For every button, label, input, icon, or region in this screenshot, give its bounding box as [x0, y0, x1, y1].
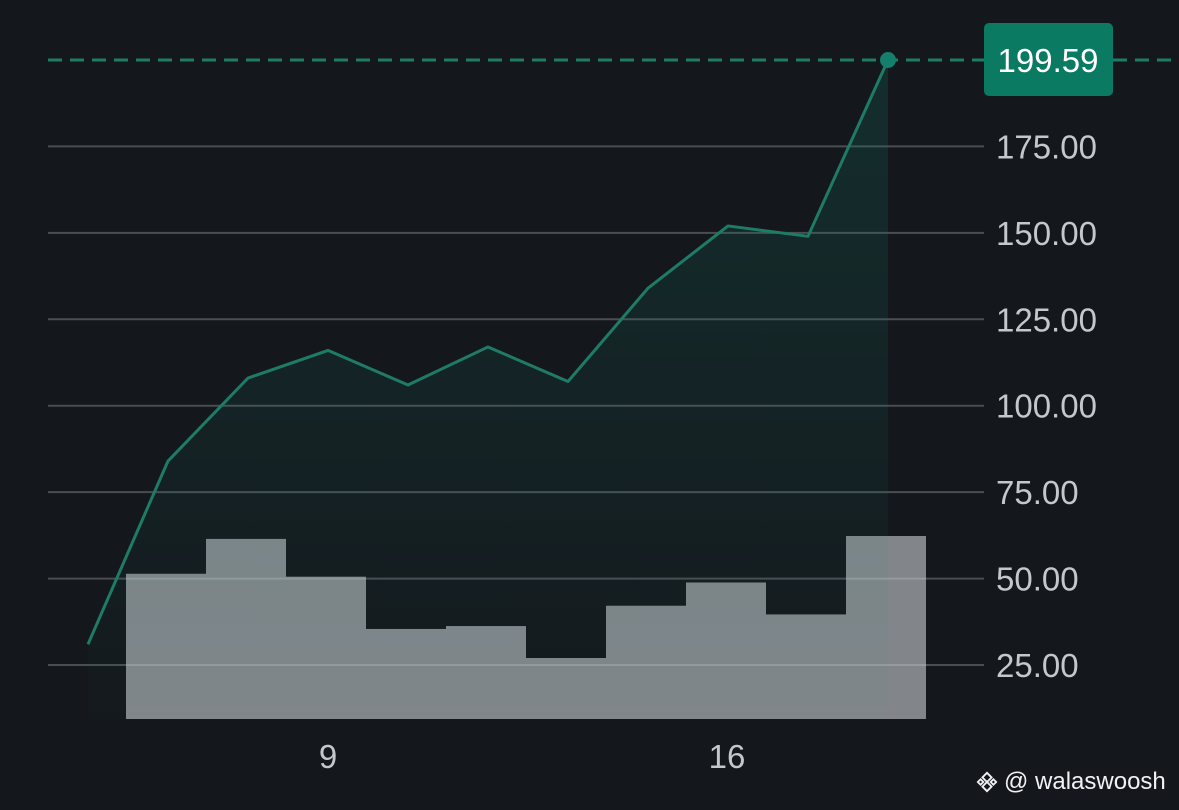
last-price-tag: 199.59: [984, 23, 1113, 96]
y-axis-labels: 175.00 150.00 125.00 100.00 75.00 50.00 25.00: [996, 128, 1097, 684]
y-tick-label: 50.00: [996, 561, 1079, 598]
x-axis-labels: 9 16: [319, 738, 746, 775]
binance-logo-icon: [976, 771, 998, 793]
y-tick-label: 25.00: [996, 647, 1079, 684]
watermark-handle: @ walaswoosh: [1004, 768, 1166, 795]
y-tick-label: 150.00: [996, 215, 1097, 252]
last-price-marker: [880, 52, 896, 68]
x-tick-label: 16: [709, 738, 746, 775]
price-area-fill: [88, 60, 888, 719]
x-tick-label: 9: [319, 738, 337, 775]
price-chart: 175.00150.00125.00100.0075.0050.0025.00 …: [48, 23, 1179, 775]
watermark: @ walaswoosh: [976, 768, 1166, 796]
y-tick-label: 75.00: [996, 474, 1079, 511]
y-tick-label: 125.00: [996, 301, 1097, 338]
y-tick-label: 175.00: [996, 128, 1097, 165]
y-tick-label: 100.00: [996, 388, 1097, 425]
last-price-tag-label: 199.59: [998, 42, 1099, 79]
price-area: [88, 60, 888, 719]
